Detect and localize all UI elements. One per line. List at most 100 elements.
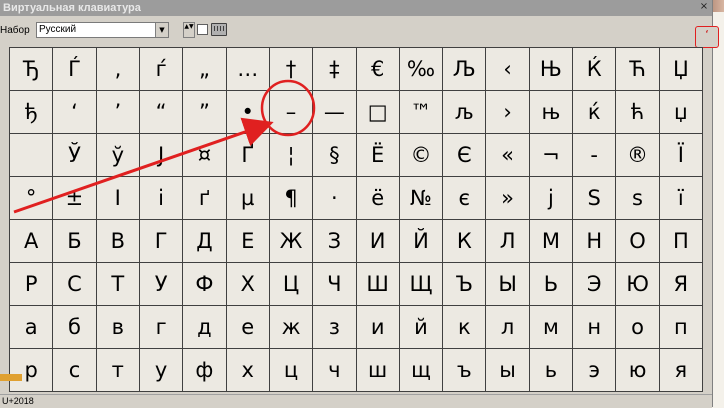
key-cell[interactable]: у bbox=[139, 349, 184, 392]
key-cell[interactable]: щ bbox=[399, 349, 444, 392]
key-cell[interactable]: А bbox=[10, 220, 54, 263]
key-cell[interactable]: љ bbox=[443, 91, 487, 134]
key-cell[interactable]: ї bbox=[659, 177, 703, 220]
key-cell[interactable]: … bbox=[226, 48, 270, 91]
key-cell[interactable]: Д bbox=[183, 220, 227, 263]
key-cell[interactable]: » bbox=[486, 177, 530, 220]
key-cell[interactable]: ґ bbox=[183, 177, 227, 220]
key-cell[interactable]: ‡ bbox=[313, 48, 357, 91]
option-checkbox[interactable] bbox=[197, 24, 208, 35]
key-cell[interactable]: с bbox=[53, 349, 97, 392]
key-cell[interactable]: Ы bbox=[486, 263, 530, 306]
key-cell[interactable]: Ѕ bbox=[573, 177, 617, 220]
key-cell[interactable]: Л bbox=[486, 220, 530, 263]
key-cell[interactable]: Ї bbox=[659, 134, 703, 177]
key-cell[interactable]: ‘ bbox=[53, 91, 97, 134]
key-cell[interactable]: Ё bbox=[356, 134, 400, 177]
key-cell[interactable]: џ bbox=[659, 91, 703, 134]
key-cell[interactable]: є bbox=[443, 177, 487, 220]
key-cell[interactable]: ў bbox=[96, 134, 140, 177]
key-cell[interactable]: „ bbox=[183, 48, 227, 91]
key-cell[interactable]: Х bbox=[226, 263, 270, 306]
key-cell[interactable]: Њ bbox=[529, 48, 574, 91]
key-cell[interactable]: © bbox=[399, 134, 444, 177]
key-cell[interactable]: □ bbox=[356, 91, 400, 134]
key-cell[interactable]: Ґ bbox=[226, 134, 270, 177]
key-cell[interactable]: ф bbox=[183, 349, 227, 392]
key-cell[interactable]: § bbox=[313, 134, 357, 177]
key-cell[interactable]: ‹ bbox=[486, 48, 530, 91]
key-cell[interactable]: – bbox=[269, 91, 314, 134]
key-cell[interactable]: ы bbox=[486, 349, 530, 392]
key-cell[interactable]: ь bbox=[529, 349, 574, 392]
key-cell[interactable]: р bbox=[10, 349, 54, 392]
key-cell[interactable]: Ђ bbox=[10, 48, 54, 91]
key-cell[interactable]: У bbox=[139, 263, 184, 306]
key-cell[interactable]: ¦ bbox=[269, 134, 314, 177]
key-cell[interactable]: Ж bbox=[269, 220, 314, 263]
key-cell[interactable]: к bbox=[443, 306, 487, 349]
key-cell[interactable]: Ѓ bbox=[53, 48, 97, 91]
key-cell[interactable]: Ц bbox=[269, 263, 314, 306]
side-button[interactable]: ‘ bbox=[695, 26, 719, 48]
close-icon[interactable]: × bbox=[698, 1, 710, 13]
key-cell[interactable]: Р bbox=[10, 263, 54, 306]
key-cell[interactable]: Ј bbox=[139, 134, 184, 177]
key-cell[interactable]: « bbox=[486, 134, 530, 177]
key-cell[interactable]: ш bbox=[356, 349, 400, 392]
key-cell[interactable]: в bbox=[96, 306, 140, 349]
key-cell[interactable]: Т bbox=[96, 263, 140, 306]
key-cell[interactable]: — bbox=[313, 91, 357, 134]
key-cell[interactable]: ¤ bbox=[183, 134, 227, 177]
key-cell[interactable]: “ bbox=[139, 91, 184, 134]
key-cell[interactable]: ± bbox=[53, 177, 97, 220]
set-dropdown[interactable]: Русский ▼ bbox=[36, 22, 169, 38]
key-cell[interactable]: Я bbox=[659, 263, 703, 306]
key-cell[interactable]: Й bbox=[399, 220, 444, 263]
key-cell[interactable]: б bbox=[53, 306, 97, 349]
spinner-button[interactable]: ▲▼ bbox=[183, 22, 195, 38]
key-cell[interactable]: ъ bbox=[443, 349, 487, 392]
key-cell[interactable]: з bbox=[313, 306, 357, 349]
key-cell[interactable]: Љ bbox=[443, 48, 487, 91]
key-cell[interactable]: • bbox=[226, 91, 270, 134]
key-cell[interactable]: Ь bbox=[529, 263, 574, 306]
key-cell[interactable]: ћ bbox=[616, 91, 660, 134]
key-cell[interactable]: Ш bbox=[356, 263, 400, 306]
key-cell[interactable]: Є bbox=[443, 134, 487, 177]
key-cell[interactable]: і bbox=[139, 177, 184, 220]
key-cell[interactable]: и bbox=[356, 306, 400, 349]
key-cell[interactable]: я bbox=[659, 349, 703, 392]
key-cell[interactable]: њ bbox=[529, 91, 574, 134]
key-cell[interactable]: · bbox=[313, 177, 357, 220]
key-cell[interactable]: К bbox=[443, 220, 487, 263]
key-cell[interactable]: † bbox=[269, 48, 314, 91]
key-cell[interactable]: Ъ bbox=[443, 263, 487, 306]
key-cell[interactable]: Щ bbox=[399, 263, 444, 306]
key-cell[interactable]: ц bbox=[269, 349, 314, 392]
key-cell[interactable]: Ф bbox=[183, 263, 227, 306]
key-cell[interactable]: µ bbox=[226, 177, 270, 220]
key-cell[interactable]: ® bbox=[616, 134, 660, 177]
key-cell[interactable]: Е bbox=[226, 220, 270, 263]
key-cell[interactable]: Б bbox=[53, 220, 97, 263]
key-cell[interactable] bbox=[10, 134, 54, 177]
key-cell[interactable]: Џ bbox=[659, 48, 703, 91]
key-cell[interactable]: № bbox=[399, 177, 444, 220]
key-cell[interactable]: И bbox=[356, 220, 400, 263]
key-cell[interactable]: д bbox=[183, 306, 227, 349]
key-cell[interactable]: С bbox=[53, 263, 97, 306]
key-cell[interactable]: І bbox=[96, 177, 140, 220]
key-cell[interactable]: € bbox=[356, 48, 400, 91]
key-cell[interactable]: п bbox=[659, 306, 703, 349]
key-cell[interactable]: Ч bbox=[313, 263, 357, 306]
key-cell[interactable]: ќ bbox=[573, 91, 617, 134]
key-cell[interactable]: е bbox=[226, 306, 270, 349]
key-cell[interactable]: ё bbox=[356, 177, 400, 220]
keyboard-icon[interactable] bbox=[211, 23, 227, 36]
key-cell[interactable]: а bbox=[10, 306, 54, 349]
key-cell[interactable]: х bbox=[226, 349, 270, 392]
key-cell[interactable]: м bbox=[529, 306, 574, 349]
key-cell[interactable]: Ў bbox=[53, 134, 97, 177]
key-cell[interactable]: г bbox=[139, 306, 184, 349]
